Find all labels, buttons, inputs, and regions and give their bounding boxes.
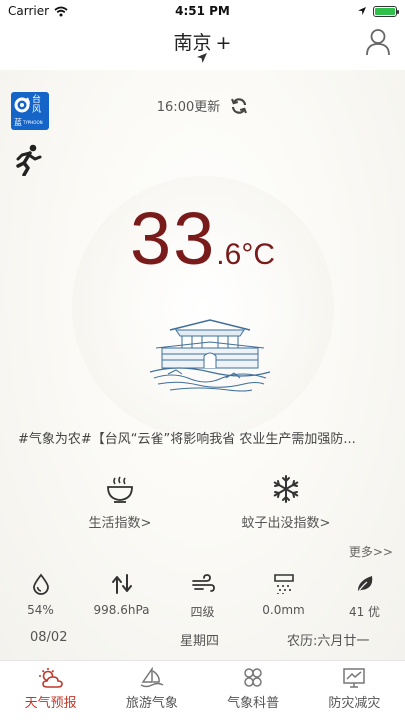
rain-icon [273,574,294,594]
life-index-button[interactable]: 生活指数> [40,474,200,531]
status-right [357,5,399,17]
news-ticker[interactable]: #气象为农#【台风“云雀”将影响我省 农业生产需加强防... [18,428,390,447]
humidity-stat: 54% [0,573,81,620]
refresh-icon[interactable] [230,97,248,115]
rain-value: 0.0mm [262,603,305,617]
weekday-value: 星期四 [180,634,220,649]
bowl-icon [107,476,133,503]
tab-disaster-prevention-label: 防灾减灾 [328,696,381,711]
tab-travel-weather[interactable]: 旅游气象 [101,661,202,720]
tab-disaster-prevention[interactable]: 防灾减灾 [304,661,405,720]
air-quality-stat: 41 优 [324,573,405,620]
mosquito-index-button[interactable]: 蚊子出没指数> [206,474,366,531]
humidity-icon [32,573,49,595]
wind-value: 四级 [190,605,215,619]
tab-travel-weather-label: 旅游气象 [125,696,178,711]
city-selector[interactable]: 南京 + [0,28,405,55]
wifi-icon [54,6,68,16]
stats-row: 54% 998.6hPa 四级 0.0mm 41 优 [0,573,405,620]
wind-stat: 四级 [162,573,243,620]
pressure-stat: 998.6hPa [81,573,162,620]
monitor-chart-icon [343,668,366,688]
lunar-date-value: 农历:六月廿一 [287,634,370,649]
typhoon-level: 蓝 [14,118,22,127]
temperature-display: 33.6°C [0,196,405,281]
update-time: 16:00更新 [156,100,221,115]
city-name[interactable]: 南京 [174,32,212,54]
status-bar: Carrier 4:51 PM [0,0,405,22]
pressure-value: 998.6hPa [93,603,150,617]
typhoon-subtitle: TYPHOON [23,120,43,125]
life-index-label: 生活指数> [88,516,152,531]
flower-icon [244,668,262,687]
update-row: 16:00更新 [0,96,405,115]
snowflake-icon [273,475,299,503]
add-city-button[interactable]: + [216,32,232,54]
leaf-icon [355,576,372,595]
temperature-integer: 33 [129,197,217,280]
temperature-unit: °C [241,238,275,271]
temperature-decimal: .6 [216,238,242,271]
battery-icon [373,5,399,17]
user-profile-icon[interactable] [365,28,391,56]
header: 南京 + [0,22,405,70]
navigation-arrow-icon [197,53,207,63]
running-person-icon[interactable] [13,144,43,176]
date-value: 08/02 [30,630,68,645]
wind-icon [191,574,215,592]
location-arrow-icon [358,7,366,15]
rain-stat: 0.0mm [243,573,324,620]
tab-weather-forecast[interactable]: 天气预报 [0,661,101,720]
date-row: 08/02 星期四 农历:六月廿一 [0,630,405,652]
battery-fill [375,7,395,15]
pressure-icon [111,574,132,594]
tab-weather-forecast-label: 天气预报 [24,696,77,711]
tab-bar: 天气预报 旅游气象 气象科普 防灾减灾 [0,660,405,720]
weather-cloud-sun-icon [38,668,63,688]
sail-boat-icon [140,667,164,688]
carrier-label: Carrier [8,4,50,18]
tab-weather-science[interactable]: 气象科普 [203,661,304,720]
air-quality-value: 41 优 [348,605,381,619]
palace-illustration [149,319,271,392]
more-link[interactable]: 更多>> [349,543,393,560]
status-left: Carrier [8,4,68,18]
humidity-value: 54% [27,603,54,617]
tab-weather-science-label: 气象科普 [227,696,280,711]
mosquito-index-label: 蚊子出没指数> [241,516,331,531]
